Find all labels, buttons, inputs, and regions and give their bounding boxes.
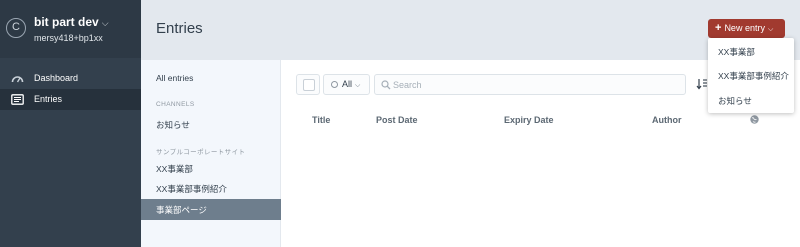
source-item[interactable]: XX事業部	[156, 163, 193, 175]
nav-item-dashboard[interactable]: Dashboard	[0, 68, 141, 89]
dashboard-icon	[11, 76, 24, 83]
new-entry-button[interactable]: + New entry ⌵	[708, 19, 785, 38]
site-name-label: bit part dev	[34, 15, 99, 29]
plus-icon: +	[715, 22, 722, 34]
column-author[interactable]: Author	[652, 115, 682, 125]
channels-heading: CHANNELS	[156, 101, 195, 108]
entries-icon	[11, 94, 24, 105]
nav-item-entries[interactable]: Entries	[0, 89, 141, 110]
chevron-down-icon: ⌵	[355, 82, 361, 89]
search-icon	[381, 80, 391, 90]
page-title: Entries	[156, 20, 203, 37]
menu-item[interactable]: XX事業部	[718, 46, 755, 58]
sources-sidebar: All entries CHANNELS お知らせ サンプルコーポレートサイト …	[141, 60, 281, 247]
search-input[interactable]	[393, 78, 673, 92]
nav-item-label: Dashboard	[34, 73, 79, 83]
chevron-down-icon: ⌵	[767, 26, 774, 33]
source-item[interactable]: お知らせ	[156, 119, 190, 131]
page-header: Entries + New entry ⌵	[141, 0, 800, 60]
chevron-down-icon: ⌵	[101, 18, 109, 28]
globe-icon	[750, 115, 759, 124]
select-all-checkbox[interactable]	[303, 79, 315, 91]
nav-item-label: Entries	[34, 94, 63, 104]
status-filter-label: All	[342, 79, 353, 89]
main-nav: C bit part dev ⌵ mersy418+bp1xx Dashboard…	[0, 0, 141, 247]
search-box[interactable]	[374, 74, 686, 95]
new-entry-label: New entry	[724, 23, 765, 33]
group-heading: サンプルコーポレートサイト	[156, 149, 246, 156]
column-expiry-date[interactable]: Expiry Date	[504, 115, 554, 125]
new-entry-menu: XX事業部 XX事業部事例紹介 お知らせ	[708, 38, 794, 113]
source-all-entries[interactable]: All entries	[156, 73, 193, 83]
status-filter[interactable]: All ⌵	[323, 74, 370, 95]
menu-item[interactable]: お知らせ	[718, 95, 752, 107]
source-item-selected[interactable]: 事業部ページ	[141, 199, 281, 220]
user-name: mersy418+bp1xx	[34, 33, 103, 43]
site-name[interactable]: bit part dev ⌵	[34, 15, 109, 29]
source-item[interactable]: XX事業部事例紹介	[156, 183, 227, 195]
site-logo: C	[6, 18, 26, 38]
menu-item[interactable]: XX事業部事例紹介	[718, 70, 789, 82]
status-dot-icon	[331, 80, 338, 88]
source-item-label: 事業部ページ	[156, 205, 207, 215]
site-switcher[interactable]: C bit part dev ⌵ mersy418+bp1xx	[0, 0, 141, 58]
column-title[interactable]: Title	[312, 115, 330, 125]
column-post-date[interactable]: Post Date	[376, 115, 418, 125]
